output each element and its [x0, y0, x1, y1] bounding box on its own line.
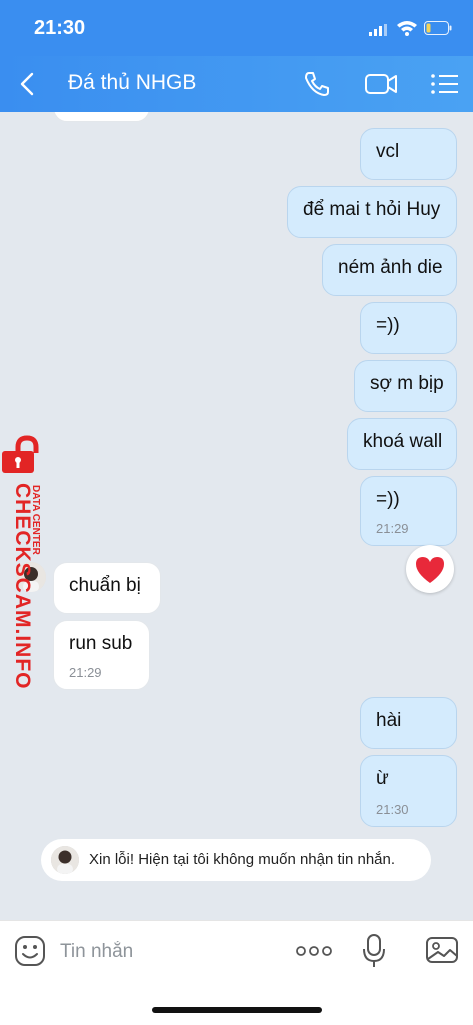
message-text: =)) — [376, 489, 400, 510]
message-text: ném ảnh die — [338, 257, 443, 278]
signal-icon — [369, 24, 387, 36]
message-bubble-partial[interactable] — [53, 112, 150, 122]
emoji-icon[interactable] — [14, 935, 46, 967]
message-text: ừ — [376, 768, 389, 789]
watermark-subtext: DATA CENTER — [30, 485, 41, 555]
message-input-bar — [0, 920, 473, 1025]
status-bar: 21:30 — [0, 0, 473, 56]
message-bubble[interactable]: hài — [360, 697, 457, 749]
battery-icon — [424, 21, 452, 35]
watermark: CHECKSCAM.INFO DATA CENTER — [0, 435, 52, 690]
image-icon[interactable] — [425, 935, 459, 965]
message-text: chuẩn bị — [69, 575, 141, 596]
more-options-icon[interactable] — [296, 943, 332, 959]
video-call-icon[interactable] — [364, 70, 398, 98]
chat-header: Đá thủ NHGB — [0, 56, 473, 112]
wifi-icon — [397, 21, 417, 36]
message-bubble[interactable]: chuẩn bị — [53, 562, 161, 614]
message-bubble[interactable]: ừ 21:30 — [360, 755, 457, 827]
message-bubble[interactable]: =)) 21:29 — [360, 476, 457, 546]
message-text: khoá wall — [363, 431, 443, 452]
notice-text: Xin lỗi! Hiện tại tôi không muốn nhận ti… — [89, 851, 396, 868]
message-text: hài — [376, 710, 402, 731]
message-bubble[interactable]: sợ m bịp — [354, 360, 457, 412]
message-time: 21:29 — [69, 665, 102, 680]
message-bubble[interactable]: khoá wall — [347, 418, 457, 470]
message-bubble[interactable]: run sub 21:29 — [53, 620, 150, 690]
message-text: vcl — [376, 141, 400, 162]
lock-icon — [2, 435, 39, 473]
message-time: 21:30 — [376, 802, 409, 817]
message-text: =)) — [376, 315, 400, 336]
microphone-icon[interactable] — [362, 933, 386, 969]
menu-icon[interactable] — [430, 70, 460, 98]
message-bubble[interactable]: vcl — [360, 128, 457, 180]
status-time: 21:30 — [34, 17, 86, 39]
home-indicator[interactable] — [152, 1007, 322, 1013]
message-bubble[interactable]: =)) — [360, 302, 457, 354]
blocked-notice: Xin lỗi! Hiện tại tôi không muốn nhận ti… — [41, 839, 431, 881]
message-time: 21:29 — [376, 521, 409, 536]
back-icon[interactable] — [14, 70, 42, 98]
chat-title[interactable]: Đá thủ NHGB — [68, 71, 196, 95]
message-text: sợ m bịp — [370, 373, 444, 394]
message-text: run sub — [69, 633, 133, 654]
message-bubble[interactable]: để mai t hỏi Huy — [287, 186, 457, 238]
message-input[interactable] — [58, 935, 282, 969]
message-bubble[interactable]: ném ảnh die — [322, 244, 457, 296]
notice-avatar — [51, 846, 79, 874]
reaction-heart-button[interactable] — [406, 545, 454, 593]
avatar-icon — [51, 846, 79, 874]
phone-icon[interactable] — [303, 70, 331, 98]
chat-area[interactable]: vcl để mai t hỏi Huy ném ảnh die =)) sợ … — [0, 112, 473, 920]
heart-icon — [416, 557, 444, 583]
message-text: để mai t hỏi Huy — [303, 199, 441, 220]
